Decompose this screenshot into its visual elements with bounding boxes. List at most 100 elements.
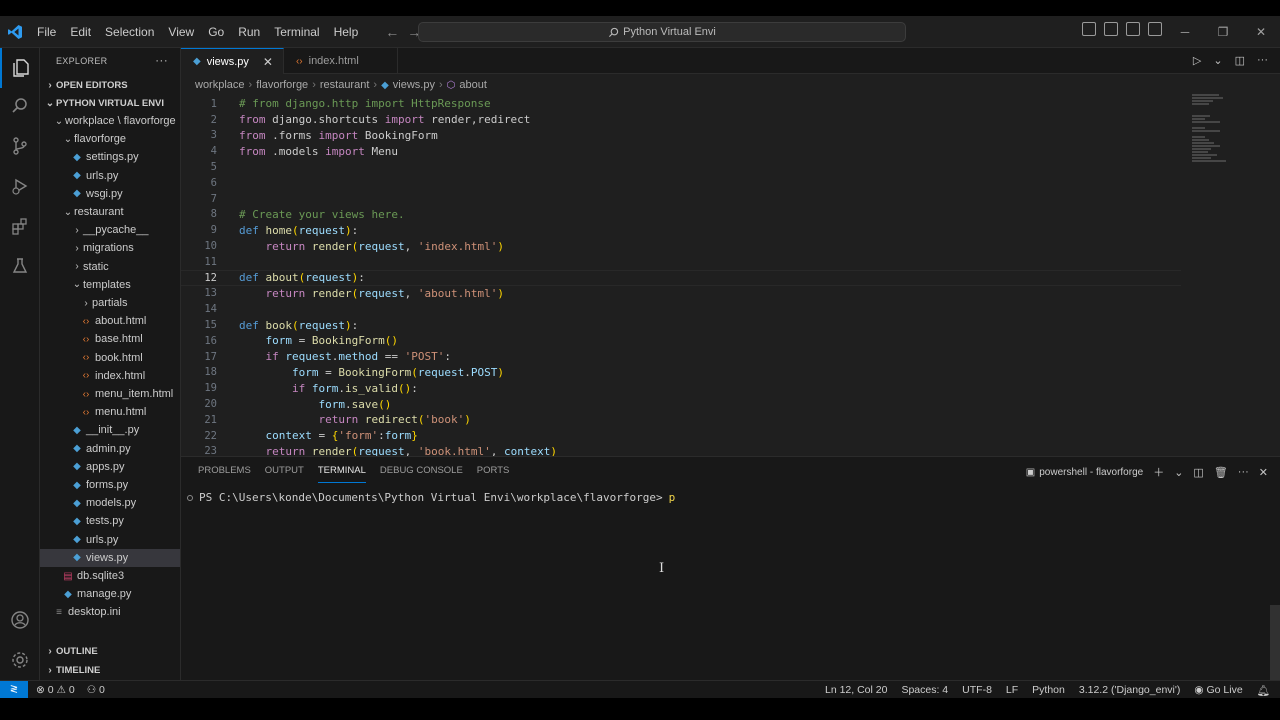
extensions-icon[interactable] — [0, 206, 40, 246]
code-line[interactable]: 4 from .models import Menu — [181, 143, 1181, 159]
tree-item[interactable]: ◆ apps.py — [40, 458, 180, 476]
code-line[interactable]: 9 def home(request): — [181, 222, 1181, 238]
end-of-line[interactable]: LF — [1006, 684, 1018, 696]
tree-item[interactable]: ‹› about.html — [40, 312, 180, 330]
tree-item[interactable]: ◆ forms.py — [40, 476, 180, 494]
timeline-section[interactable]: › TIMELINE — [40, 661, 180, 679]
tree-item[interactable]: ◆ views.py — [40, 548, 180, 567]
minimap[interactable] — [1192, 94, 1228, 162]
code-line[interactable]: 2 from django.shortcuts import render,red… — [181, 112, 1181, 128]
tree-item[interactable]: ≡ desktop.ini — [40, 603, 180, 621]
tree-item[interactable]: ◆ urls.py — [40, 531, 180, 549]
settings-gear-icon[interactable] — [0, 640, 40, 680]
breadcrumb-item[interactable]: flavorforge — [256, 79, 308, 91]
editor-scrollbar[interactable] — [1268, 96, 1280, 456]
tree-item[interactable]: ‹› menu.html — [40, 403, 180, 421]
source-control-icon[interactable] — [0, 126, 40, 166]
code-line[interactable]: 16 form = BookingForm() — [181, 333, 1181, 349]
ports-status[interactable]: ⚇ 0 — [87, 684, 105, 696]
toggle-primary-sidebar-icon[interactable] — [1082, 22, 1096, 36]
code-line[interactable]: 12 def about(request): — [181, 269, 1181, 286]
more-actions-icon[interactable]: ··· — [155, 53, 168, 67]
tree-item[interactable]: ▤ db.sqlite3 — [40, 567, 180, 585]
terminal-input[interactable]: p — [669, 491, 676, 504]
kill-terminal-icon[interactable]: 🗑 — [1214, 466, 1228, 479]
menu-run[interactable]: Run — [231, 16, 267, 48]
toggle-panel-icon[interactable] — [1104, 22, 1118, 36]
tree-item[interactable]: ◆ models.py — [40, 494, 180, 512]
explorer-icon[interactable] — [0, 48, 40, 88]
code-line[interactable]: 8 # Create your views here. — [181, 207, 1181, 223]
open-editors-section[interactable]: › OPEN EDITORS — [40, 76, 180, 94]
tree-item[interactable]: › partials — [40, 294, 180, 312]
close-window-icon[interactable]: ✕ — [1242, 16, 1280, 48]
search-icon[interactable] — [0, 86, 40, 126]
menu-go[interactable]: Go — [201, 16, 231, 48]
tree-item[interactable]: ‹› base.html — [40, 330, 180, 348]
breadcrumb-item[interactable]: workplace — [195, 79, 245, 91]
breadcrumb-item[interactable]: restaurant — [320, 79, 370, 91]
close-tab-icon[interactable]: ✕ — [263, 55, 273, 69]
panel-tab-debug-console[interactable]: DEBUG CONSOLE — [373, 457, 470, 485]
code-line[interactable]: 7 — [181, 191, 1181, 207]
testing-flask-icon[interactable] — [0, 246, 40, 286]
code-editor[interactable]: 1 # from django.http import HttpResponse 2… — [181, 96, 1181, 458]
code-line[interactable]: 11 — [181, 254, 1181, 270]
code-line[interactable]: 13 return render(request, 'about.html') — [181, 286, 1181, 302]
run-debug-icon[interactable] — [0, 166, 40, 206]
go-live-button[interactable]: ◉ Go Live — [1194, 684, 1242, 696]
code-line[interactable]: 22 context = {'form':form} — [181, 428, 1181, 444]
tree-item[interactable]: ◆ urls.py — [40, 167, 180, 185]
tree-item[interactable]: ◆ settings.py — [40, 148, 180, 166]
panel-tab-problems[interactable]: PROBLEMS — [191, 457, 258, 485]
menu-edit[interactable]: Edit — [63, 16, 98, 48]
editor-tab[interactable]: ‹› index.html — [284, 48, 398, 74]
menu-selection[interactable]: Selection — [98, 16, 161, 48]
tree-item[interactable]: ◆ manage.py — [40, 585, 180, 603]
breadcrumb-item[interactable]: views.py — [393, 79, 435, 91]
code-line[interactable]: 15 def book(request): — [181, 317, 1181, 333]
more-actions-icon[interactable]: ··· — [1257, 54, 1268, 67]
tree-item[interactable]: ‹› menu_item.html — [40, 385, 180, 403]
tree-item[interactable]: ⌄ workplace \ flavorforge — [40, 112, 180, 130]
editor-tab[interactable]: ◆ views.py ✕ — [181, 48, 284, 74]
panel-tab-ports[interactable]: PORTS — [470, 457, 517, 485]
tree-item[interactable]: ‹› book.html — [40, 349, 180, 367]
panel-tab-terminal[interactable]: TERMINAL — [311, 457, 373, 485]
code-line[interactable]: 21 return redirect('book') — [181, 412, 1181, 428]
split-terminal-icon[interactable]: ◫ — [1193, 466, 1203, 479]
notifications-bell-icon[interactable]: 🔔︎ — [1257, 684, 1270, 697]
panel-tab-output[interactable]: OUTPUT — [258, 457, 311, 485]
remote-indicator-icon[interactable]: ≷ — [0, 680, 28, 699]
tree-item[interactable]: ⌄ restaurant — [40, 203, 180, 221]
back-arrow-icon[interactable]: ← — [385, 24, 399, 40]
tree-item[interactable]: ⌄ templates — [40, 276, 180, 294]
minimize-icon[interactable]: ─ — [1166, 16, 1204, 48]
tree-item[interactable]: ‹› index.html — [40, 367, 180, 385]
split-editor-icon[interactable]: ◫ — [1235, 54, 1245, 67]
tree-item[interactable]: › static — [40, 258, 180, 276]
language-mode[interactable]: Python — [1032, 684, 1065, 696]
code-line[interactable]: 14 — [181, 301, 1181, 317]
toggle-secondary-sidebar-icon[interactable] — [1126, 22, 1140, 36]
encoding[interactable]: UTF-8 — [962, 684, 992, 696]
python-interpreter[interactable]: 3.12.2 ('Django_envi') — [1079, 684, 1181, 696]
tree-item[interactable]: ◆ admin.py — [40, 440, 180, 458]
code-line[interactable]: 5 — [181, 159, 1181, 175]
terminal-scrollbar[interactable] — [1270, 605, 1280, 681]
terminal-line[interactable]: PS C:\Users\konde\Documents\Python Virtu… — [187, 491, 675, 504]
code-line[interactable]: 20 form.save() — [181, 396, 1181, 412]
menu-help[interactable]: Help — [327, 16, 366, 48]
menu-file[interactable]: File — [30, 16, 63, 48]
new-terminal-icon[interactable]: ＋ — [1153, 464, 1164, 480]
code-line[interactable]: 19 if form.is_valid(): — [181, 380, 1181, 396]
run-python-file-icon[interactable]: ▷ — [1193, 54, 1201, 67]
indentation[interactable]: Spaces: 4 — [901, 684, 948, 696]
workspace-root-section[interactable]: ⌄ PYTHON VIRTUAL ENVI — [40, 94, 180, 112]
tree-item[interactable]: ◆ wsgi.py — [40, 185, 180, 203]
chevron-down-icon[interactable]: ⌄ — [1213, 54, 1222, 67]
command-center-search[interactable]: Python Virtual Envi — [418, 22, 906, 42]
problems-status[interactable]: ⊗ 0 ⚠ 0 — [36, 684, 75, 696]
breadcrumb-item[interactable]: about — [459, 79, 487, 91]
close-panel-icon[interactable]: ✕ — [1259, 466, 1268, 479]
